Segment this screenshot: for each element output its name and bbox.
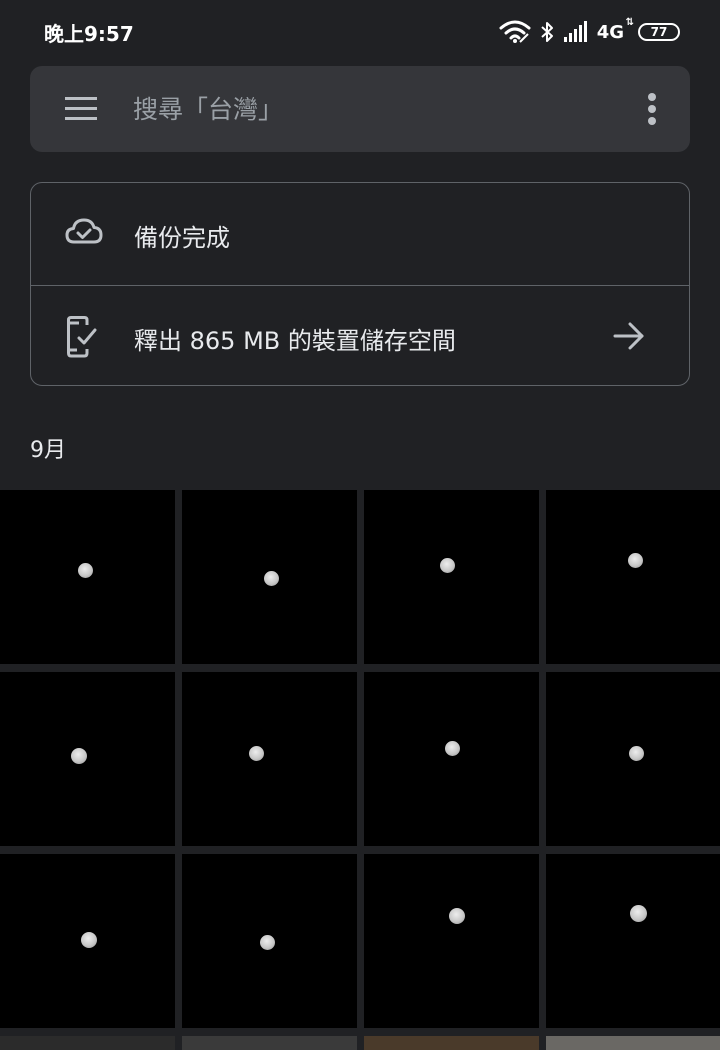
photo-thumbnail[interactable]	[364, 672, 539, 846]
arrow-right-icon[interactable]	[613, 320, 645, 356]
photo-thumbnail[interactable]	[546, 1036, 720, 1050]
status-bar: 晚上9:57 4G ⇅ 77	[0, 0, 720, 60]
photo-thumbnail[interactable]	[364, 1036, 539, 1050]
backup-card: 備份完成 釋出 865 MB 的裝置儲存空間	[30, 182, 690, 386]
photo-thumbnail[interactable]	[0, 1036, 175, 1050]
photo-thumbnail[interactable]	[364, 490, 539, 664]
moon-image	[78, 563, 93, 578]
backup-status-label: 備份完成	[134, 224, 230, 252]
photo-grid	[0, 490, 720, 1050]
moon-image	[249, 746, 264, 761]
moon-image	[445, 741, 460, 756]
cloud-done-icon	[65, 216, 103, 250]
network-type: 4G	[596, 21, 624, 43]
month-header: 9月	[30, 438, 66, 463]
moon-image	[628, 553, 643, 568]
wifi-icon	[499, 20, 531, 44]
photo-thumbnail[interactable]	[0, 854, 175, 1028]
photo-thumbnail[interactable]	[0, 672, 175, 846]
moon-image	[630, 905, 647, 922]
photo-thumbnail[interactable]	[182, 1036, 357, 1050]
photo-thumbnail[interactable]	[0, 490, 175, 664]
backup-status-row[interactable]: 備份完成	[31, 183, 689, 285]
network-label: 4G ⇅	[596, 17, 634, 43]
battery-level: 77	[650, 25, 668, 39]
menu-icon[interactable]	[63, 95, 99, 123]
photo-thumbnail[interactable]	[182, 672, 357, 846]
phone-check-icon	[65, 316, 99, 362]
free-up-space-row[interactable]: 釋出 865 MB 的裝置儲存空間	[31, 285, 689, 387]
moon-image	[71, 748, 87, 764]
battery-icon: 77	[638, 23, 680, 41]
search-input[interactable]	[133, 86, 613, 132]
moon-image	[440, 558, 455, 573]
photo-thumbnail[interactable]	[546, 672, 720, 846]
more-vertical-icon[interactable]	[646, 92, 658, 126]
moon-image	[81, 932, 97, 948]
photo-thumbnail[interactable]	[364, 854, 539, 1028]
bluetooth-icon	[539, 20, 555, 44]
signal-icon	[563, 21, 589, 43]
photo-thumbnail[interactable]	[546, 490, 720, 664]
moon-image	[629, 746, 644, 761]
status-time: 晚上9:57	[44, 22, 134, 46]
photo-thumbnail[interactable]	[182, 490, 357, 664]
photo-thumbnail[interactable]	[182, 854, 357, 1028]
photo-thumbnail[interactable]	[546, 854, 720, 1028]
moon-image	[264, 571, 279, 586]
moon-image	[449, 908, 465, 924]
moon-image	[260, 935, 275, 950]
search-bar	[30, 66, 690, 152]
free-up-space-label: 釋出 865 MB 的裝置儲存空間	[134, 327, 456, 355]
network-arrows-icon: ⇅	[625, 16, 634, 28]
status-icons: 4G ⇅ 77	[499, 17, 680, 46]
